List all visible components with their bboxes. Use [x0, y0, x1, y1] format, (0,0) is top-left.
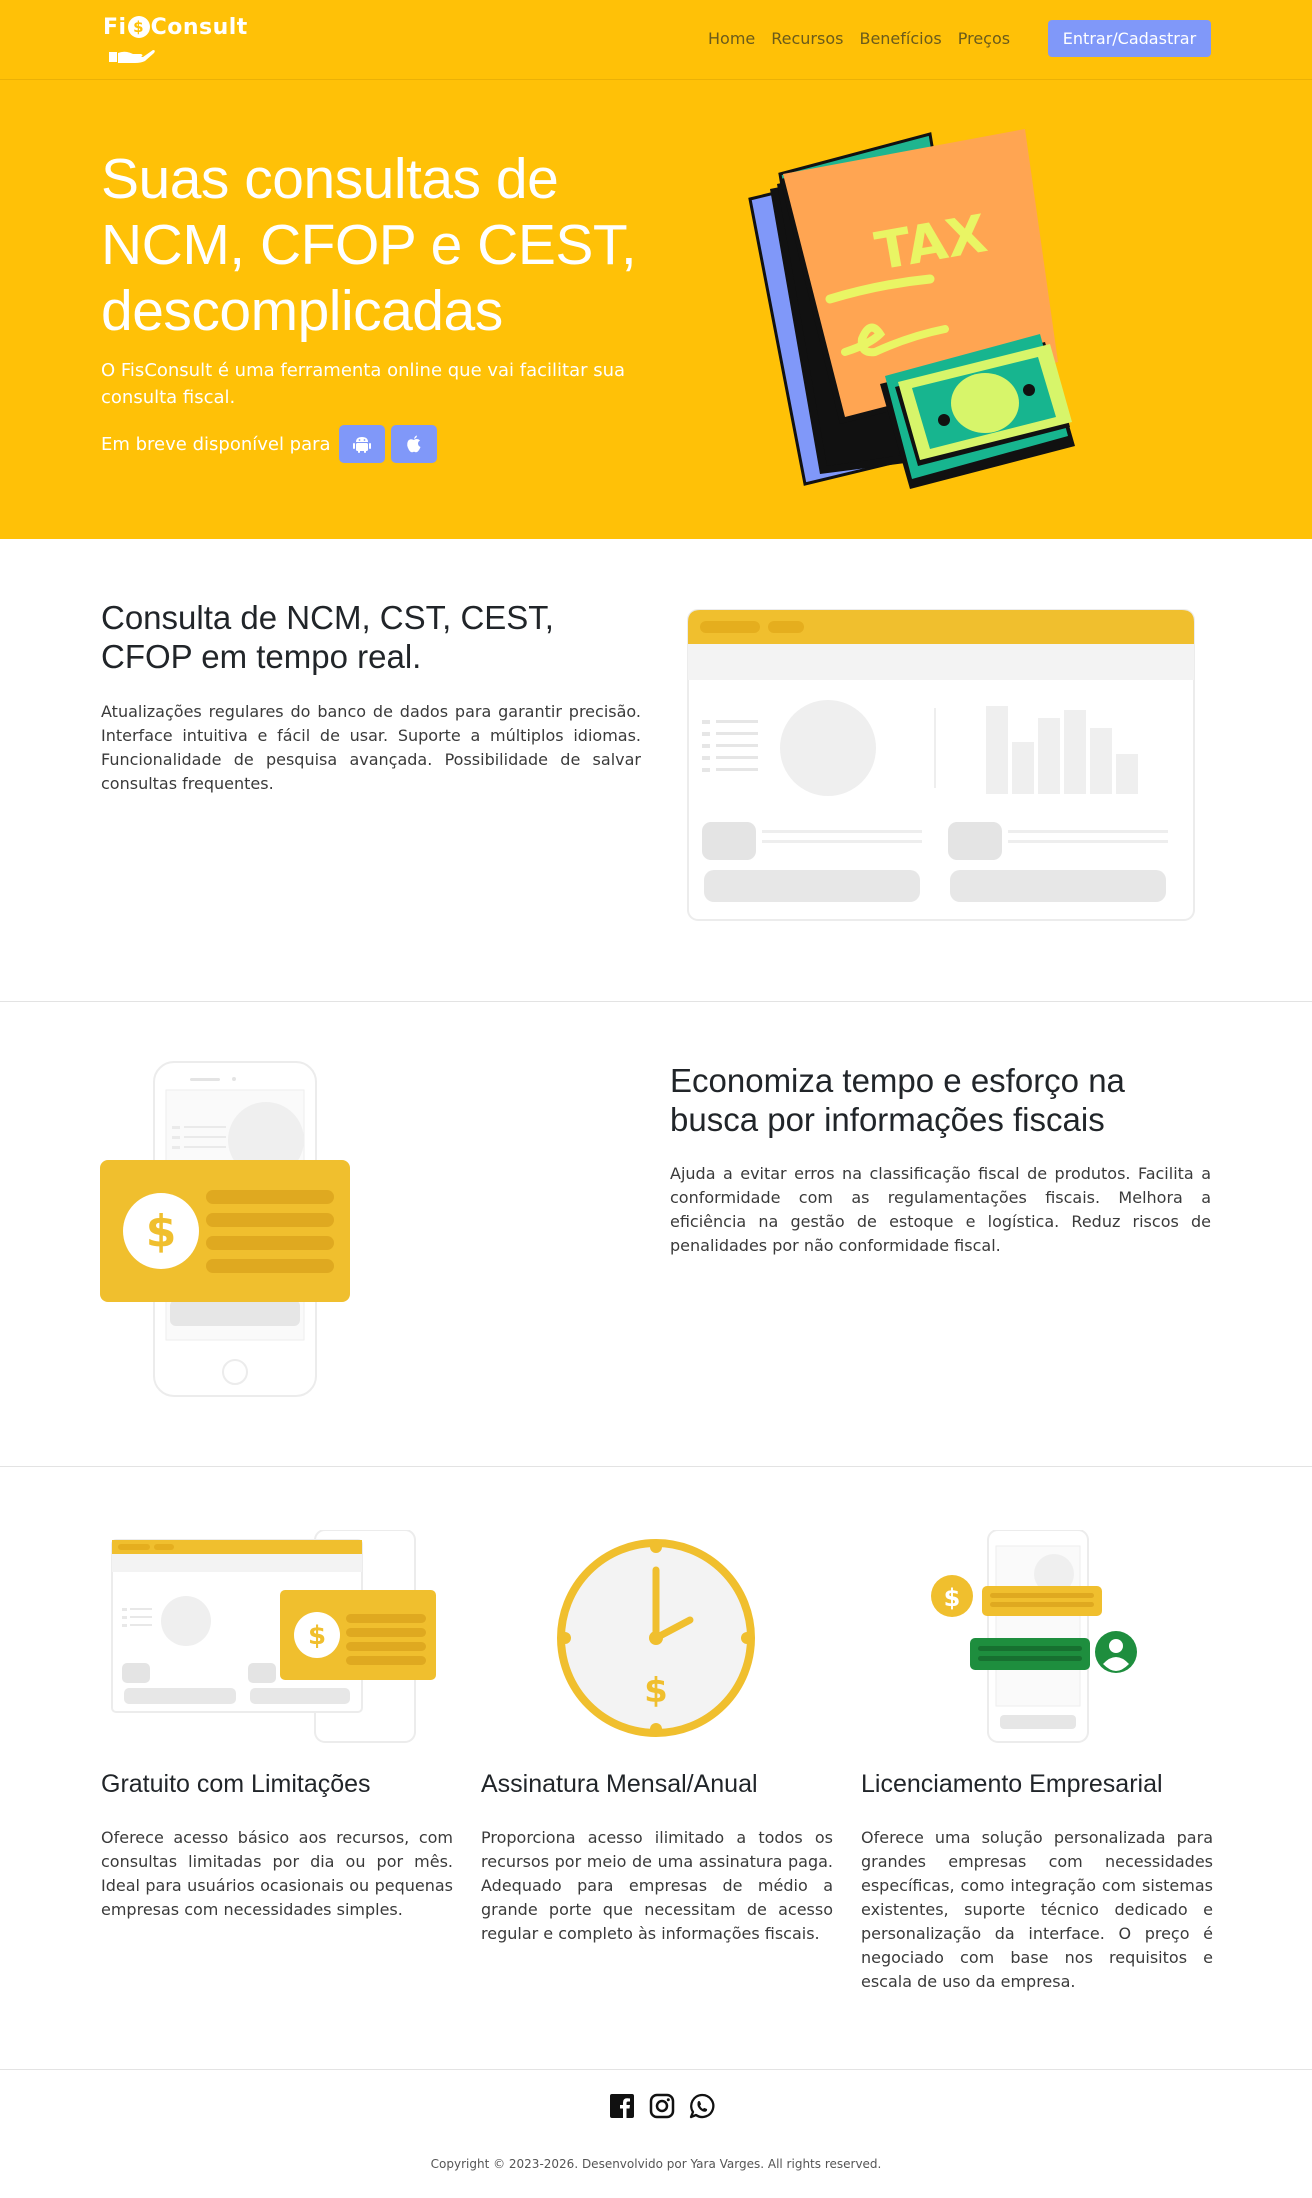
instagram-icon[interactable]	[649, 2093, 675, 2119]
plan-free-text: Oferece acesso básico aos recursos, com …	[101, 1828, 453, 1919]
free-plan-illustration: $	[111, 1530, 436, 1743]
coin-icon: $	[127, 16, 150, 38]
login-signup-button[interactable]: Entrar/Cadastrar	[1048, 20, 1211, 57]
saves-time-title: Economiza tempo e esforço na busca por i…	[670, 1062, 1125, 1138]
nav-recursos[interactable]: Recursos	[771, 26, 843, 52]
main-nav: Home Recursos Benefícios Preços	[708, 26, 1010, 52]
brand-name: Fi $ Consult	[103, 14, 248, 40]
enterprise-payment-illustration: $	[931, 1530, 1137, 1743]
hand-icon	[109, 50, 155, 63]
whatsapp-icon[interactable]	[689, 2093, 715, 2119]
saves-time-text: Ajuda a evitar erros na classificação fi…	[670, 1164, 1211, 1255]
svg-text:$: $	[146, 1206, 177, 1257]
clock-icon: $	[557, 1539, 755, 1737]
hero-section: Suas consultas de NCM, CFOP e CEST, desc…	[0, 80, 1312, 539]
brand-name-pre: Fi	[103, 14, 127, 40]
brand-logo[interactable]: Fi $ Consult	[103, 14, 247, 66]
section-divider	[0, 1466, 1312, 1467]
apple-button[interactable]	[390, 425, 437, 463]
plan-enterprise-title: Licenciamento Empresarial	[861, 1770, 1163, 1798]
brand-name-post: Consult	[150, 14, 248, 40]
plan-subscription-text: Proporciona acesso ilimitado a todos os …	[481, 1828, 833, 1943]
copyright-text: Copyright © 2023-2026. Desenvolvido por …	[430, 2157, 882, 2171]
plan-subscription-title: Assinatura Mensal/Anual	[481, 1770, 758, 1798]
android-icon	[352, 437, 371, 453]
svg-text:$: $	[308, 1621, 326, 1651]
hero-title: Suas consultas de NCM, CFOP e CEST, desc…	[101, 147, 637, 343]
android-button[interactable]	[338, 425, 385, 463]
availability-row: Em breve disponível para	[101, 425, 437, 463]
navbar: Fi $ Consult Home Recursos Benefícios Preç…	[0, 0, 1312, 80]
svg-text:$: $	[944, 1584, 961, 1612]
footer-divider	[0, 2069, 1312, 2070]
realtime-title: Consulta de NCM, CST, CEST, CFOP em temp…	[101, 599, 554, 675]
section-divider	[0, 1001, 1312, 1002]
dashboard-illustration	[687, 609, 1195, 921]
realtime-text: Atualizações regulares do banco de dados…	[101, 702, 641, 793]
nav-home[interactable]: Home	[708, 26, 755, 52]
availability-label: Em breve disponível para	[101, 433, 331, 455]
svg-text:$: $	[644, 1671, 668, 1711]
social-links	[609, 2093, 715, 2119]
nav-beneficios[interactable]: Benefícios	[859, 26, 941, 52]
plan-free-title: Gratuito com Limitações	[101, 1770, 371, 1798]
facebook-icon[interactable]	[609, 2093, 635, 2119]
nav-precos[interactable]: Preços	[958, 26, 1010, 52]
hero-subtitle: O FisConsult é uma ferramenta online que…	[101, 360, 626, 408]
mobile-payment-illustration: $	[100, 1061, 350, 1397]
apple-icon	[406, 435, 421, 453]
plan-enterprise-text: Oferece uma solução personalizada para g…	[861, 1828, 1213, 1991]
tax-documents-illustration: TAX	[748, 129, 1075, 489]
